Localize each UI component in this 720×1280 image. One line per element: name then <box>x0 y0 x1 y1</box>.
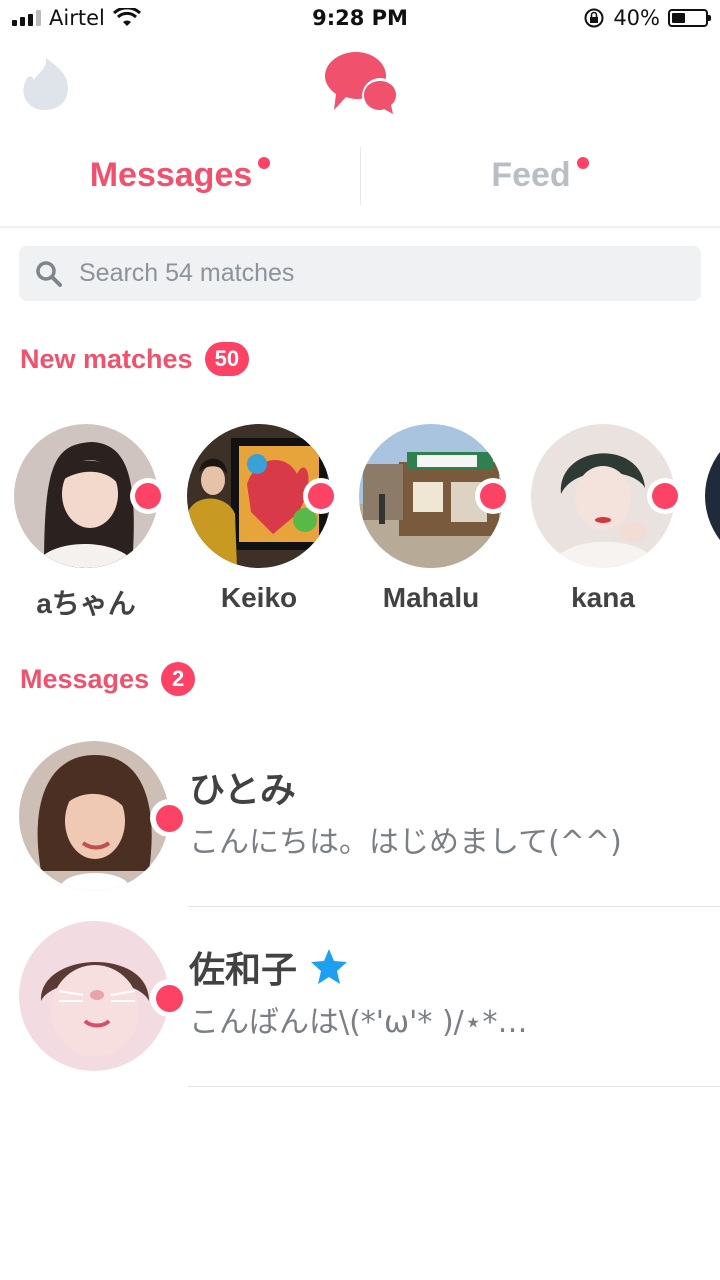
sender-name: ひとみ <box>189 770 296 811</box>
message-row[interactable]: 佐和子 こんばんは\(*'ω'* )/⋆*… <box>0 907 720 1087</box>
status-bar: Airtel 9:28 PM 40% <box>0 0 720 40</box>
match-name: kana <box>571 582 635 613</box>
row-divider <box>188 1086 720 1087</box>
search-icon <box>36 260 62 287</box>
unread-dot <box>475 478 511 514</box>
message-sender: ひとみ <box>189 761 296 813</box>
avatar <box>19 741 169 891</box>
messages-title: Messages <box>20 663 150 694</box>
battery-percent: 40% <box>613 6 660 30</box>
search-input[interactable]: Search 54 matches <box>79 259 294 288</box>
message-sender: 佐和子 <box>189 941 349 993</box>
tab-feed[interactable]: Feed <box>360 140 720 210</box>
status-right: 40% <box>583 6 711 30</box>
match-item[interactable]: kana <box>531 424 683 613</box>
rotation-lock-icon <box>584 8 604 28</box>
message-preview: こんにちは。はじめまして(^^) <box>189 825 622 860</box>
new-matches-header: New matches 50 <box>20 342 250 376</box>
new-matches-title: New matches <box>20 343 193 374</box>
match-item-partial[interactable] <box>705 424 720 568</box>
unread-dot <box>150 799 188 837</box>
match-name: Keiko <box>220 582 298 613</box>
message-preview: こんばんは\(*'ω'* )/⋆*… <box>189 1005 528 1040</box>
tab-feed-label: Feed <box>491 155 571 194</box>
avatar <box>19 921 169 1071</box>
unread-dot <box>647 478 683 514</box>
flame-icon[interactable] <box>20 56 70 112</box>
star-icon <box>311 949 348 984</box>
messages-header: Messages 2 <box>20 662 196 696</box>
match-item[interactable]: Mahalu <box>359 424 511 613</box>
unread-dot <box>150 979 188 1017</box>
new-matches-count-badge: 50 <box>204 342 250 376</box>
tab-messages-label: Messages <box>89 155 253 194</box>
match-name: Mahalu <box>382 582 480 613</box>
tab-messages[interactable]: Messages <box>0 140 360 210</box>
battery-icon <box>668 9 711 27</box>
chat-bubbles-icon[interactable] <box>320 48 400 118</box>
match-item[interactable]: aちゃん <box>14 424 166 619</box>
tab-feed-notification-dot <box>576 157 589 169</box>
message-row[interactable]: ひとみ こんにちは。はじめまして(^^) <box>0 727 720 907</box>
sender-name: 佐和子 <box>189 950 298 991</box>
messages-count-badge: 2 <box>161 662 196 696</box>
match-item[interactable]: Keiko <box>187 424 339 613</box>
tab-divider <box>360 147 361 205</box>
search-bar[interactable]: Search 54 matches <box>19 246 701 301</box>
tab-messages-notification-dot <box>258 157 271 169</box>
header-divider <box>0 226 720 230</box>
match-name: aちゃん <box>36 588 136 619</box>
unread-dot <box>130 478 166 514</box>
unread-dot <box>303 478 339 514</box>
